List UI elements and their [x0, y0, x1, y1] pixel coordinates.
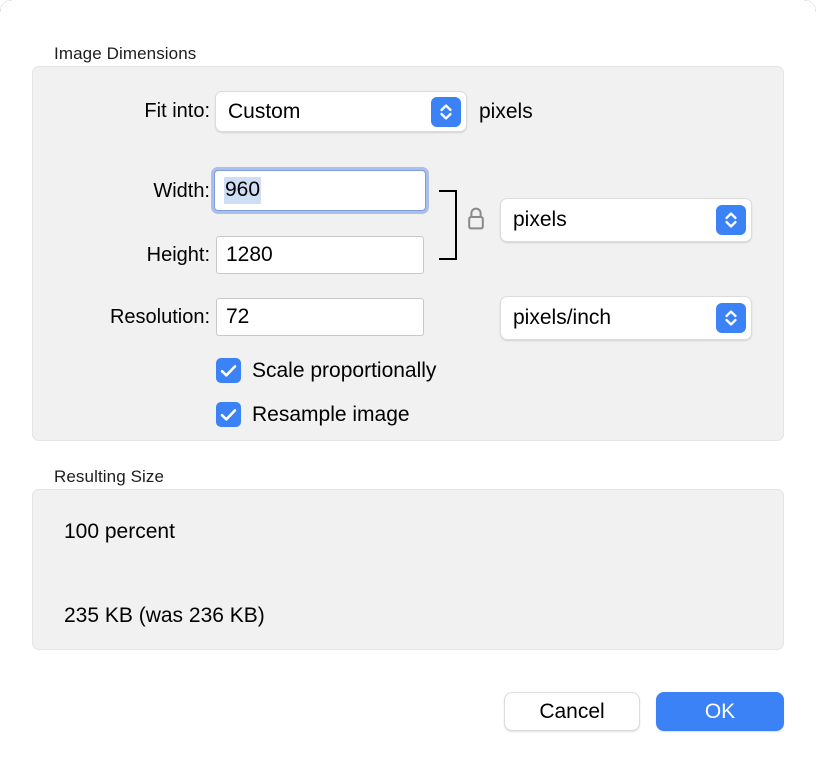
image-dimensions-dialog: Image Dimensions Fit into: Custom pixels… — [0, 0, 816, 770]
dimension-link-bracket — [439, 190, 457, 260]
image-dimensions-section-title: Image Dimensions — [54, 44, 196, 64]
chevron-updown-icon[interactable] — [431, 97, 461, 127]
checkmark-icon — [216, 402, 241, 427]
chevron-updown-icon[interactable] — [716, 303, 746, 333]
resample-image-checkbox[interactable]: Resample image — [216, 402, 410, 427]
fit-into-value: Custom — [216, 100, 431, 124]
chevron-updown-icon[interactable] — [716, 205, 746, 235]
checkmark-icon — [216, 358, 241, 383]
size-units-popup-button[interactable]: pixels — [500, 198, 752, 242]
resolution-label: Resolution: — [36, 306, 210, 329]
fit-into-popup-button[interactable]: Custom — [215, 91, 467, 132]
resulting-size-percent: 100 percent — [64, 520, 175, 544]
height-input[interactable]: 1280 — [216, 236, 424, 274]
scale-proportionally-checkbox[interactable]: Scale proportionally — [216, 358, 436, 383]
resolution-input[interactable]: 72 — [216, 298, 424, 336]
cancel-button[interactable]: Cancel — [504, 692, 640, 731]
resolution-units-value: pixels/inch — [501, 306, 716, 330]
resolution-value: 72 — [226, 305, 249, 329]
width-value: 960 — [224, 177, 261, 204]
width-input[interactable]: 960 — [214, 170, 426, 211]
size-units-value: pixels — [501, 208, 716, 232]
ok-button-label: OK — [705, 700, 735, 724]
scale-proportionally-label: Scale proportionally — [252, 359, 436, 383]
resulting-size-bytes: 235 KB (was 236 KB) — [64, 604, 265, 628]
ok-button[interactable]: OK — [656, 692, 784, 731]
resolution-units-popup-button[interactable]: pixels/inch — [500, 296, 752, 340]
fit-into-units-text: pixels — [479, 100, 533, 124]
resample-image-label: Resample image — [252, 403, 410, 427]
lock-closed-icon[interactable] — [465, 205, 487, 238]
cancel-button-label: Cancel — [539, 700, 604, 724]
resulting-size-section-title: Resulting Size — [54, 467, 164, 487]
width-label: Width: — [60, 180, 210, 203]
height-label: Height: — [60, 244, 210, 267]
fit-into-label: Fit into: — [60, 100, 210, 123]
height-value: 1280 — [226, 243, 273, 267]
